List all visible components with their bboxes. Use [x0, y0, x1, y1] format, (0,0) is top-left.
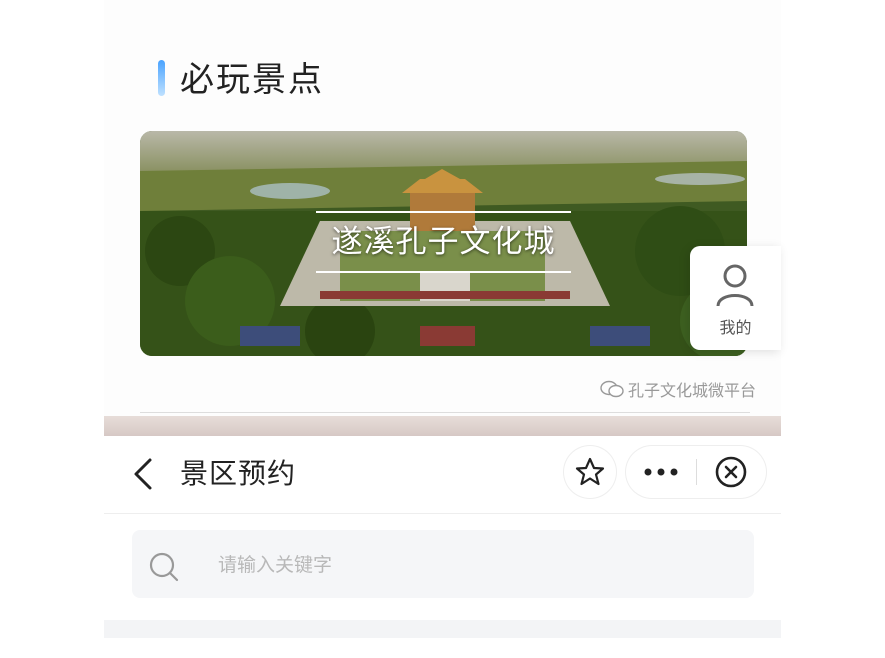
ellipsis-icon	[644, 468, 678, 476]
favorite-button[interactable]	[564, 446, 616, 498]
close-button[interactable]	[697, 446, 766, 498]
wechat-icon	[600, 380, 624, 398]
source-attribution: 孔子文化城微平台	[600, 377, 756, 401]
back-button[interactable]	[130, 454, 160, 494]
banner-caption: 遂溪孔子文化城	[316, 211, 571, 273]
search-box[interactable]	[132, 530, 754, 600]
section-title: 必玩景点	[180, 60, 324, 100]
my-profile-button[interactable]: 我的	[690, 246, 781, 350]
chevron-left-icon	[134, 458, 152, 490]
search-icon	[149, 552, 179, 582]
search-section	[104, 514, 781, 622]
content-divider	[104, 620, 781, 638]
user-icon	[716, 264, 754, 307]
page-title: 景区预约	[180, 457, 297, 490]
capsule-menu	[626, 446, 766, 498]
star-icon	[575, 457, 605, 486]
divider	[140, 412, 750, 413]
search-input[interactable]	[216, 530, 740, 600]
close-circle-icon	[715, 456, 747, 488]
mini-program-navbar: 景区预约	[104, 436, 781, 514]
section-title-accent	[158, 60, 165, 96]
my-profile-label: 我的	[719, 318, 752, 337]
screenshot-divider	[104, 416, 781, 436]
more-button[interactable]	[626, 446, 696, 498]
source-label: 孔子文化城微平台	[628, 381, 757, 400]
